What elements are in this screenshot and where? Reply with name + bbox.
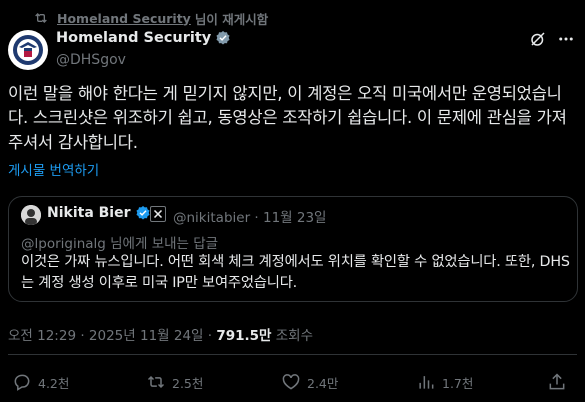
repost-suffix: 님이 재게시함 bbox=[194, 11, 269, 27]
reply-count: 4.2천 bbox=[38, 375, 70, 391]
views-label: 조회수 bbox=[271, 328, 314, 344]
like-button[interactable]: 2.4만 bbox=[281, 372, 338, 392]
quote-author-name-text[interactable]: Nikita Bier bbox=[47, 205, 131, 221]
heart-icon bbox=[282, 374, 300, 390]
tweet-meta: 오전 12:29 · 2025년 11월 24일 · 791.5만 조회수 bbox=[8, 324, 313, 344]
quote-author-avatar[interactable] bbox=[21, 205, 41, 225]
like-count: 2.4만 bbox=[307, 375, 339, 391]
verified-badge-icon bbox=[135, 206, 150, 220]
reply-button[interactable]: 4.2천 bbox=[12, 372, 69, 392]
repost-user-link[interactable]: Homeland Security bbox=[57, 11, 191, 26]
views-button[interactable]: 1.7천 bbox=[416, 372, 473, 392]
repost-count: 2.5천 bbox=[172, 375, 204, 391]
dhs-seal-icon bbox=[9, 31, 47, 69]
x-affiliate-icon bbox=[150, 206, 166, 222]
tweet-timestamp[interactable]: 오전 12:29 · 2025년 11월 24일 · bbox=[8, 328, 216, 344]
quote-handle-date[interactable]: @nikitabier · 11월 23일 bbox=[173, 206, 326, 226]
bookmark-count: 1.7천 bbox=[442, 375, 474, 391]
author-name[interactable]: Homeland Security bbox=[56, 30, 231, 46]
author-handle[interactable]: @DHSgov bbox=[56, 52, 126, 68]
reply-icon bbox=[14, 374, 30, 391]
author-name-text[interactable]: Homeland Security bbox=[56, 30, 211, 46]
translate-post-link[interactable]: 게시물 번역하기 bbox=[8, 159, 99, 179]
tweet-text: 이런 말을 해야 한다는 게 믿기지 않지만, 이 계정은 오직 미국에서만 운… bbox=[8, 84, 567, 152]
quote-text: 이것은 가짜 뉴스입니다. 어떤 회색 체크 계정에서도 위치를 확인할 수 없… bbox=[21, 254, 570, 291]
divider bbox=[8, 354, 577, 355]
views-count: 791.5만 bbox=[216, 328, 272, 344]
quote-author-name[interactable]: Nikita Bier bbox=[47, 205, 151, 221]
quote-replying-to: @lporiginalg 님에게 보내는 답글 bbox=[21, 236, 219, 252]
repost-indicator: Homeland Security 님이 재게시함 bbox=[33, 9, 268, 27]
repost-icon bbox=[147, 375, 165, 389]
quoted-tweet[interactable]: Nikita Bier @nikitabier · 11월 23일 @lpori… bbox=[8, 196, 578, 302]
share-icon[interactable] bbox=[547, 372, 567, 392]
repost-button[interactable]: 2.5천 bbox=[146, 372, 203, 392]
bar-chart-icon bbox=[419, 376, 434, 389]
grok-icon[interactable] bbox=[529, 30, 547, 48]
verified-badge-icon bbox=[216, 31, 230, 45]
repost-icon bbox=[35, 13, 47, 23]
author-avatar[interactable] bbox=[8, 30, 48, 70]
more-options-icon[interactable] bbox=[556, 30, 576, 48]
person-avatar-icon bbox=[21, 205, 41, 225]
